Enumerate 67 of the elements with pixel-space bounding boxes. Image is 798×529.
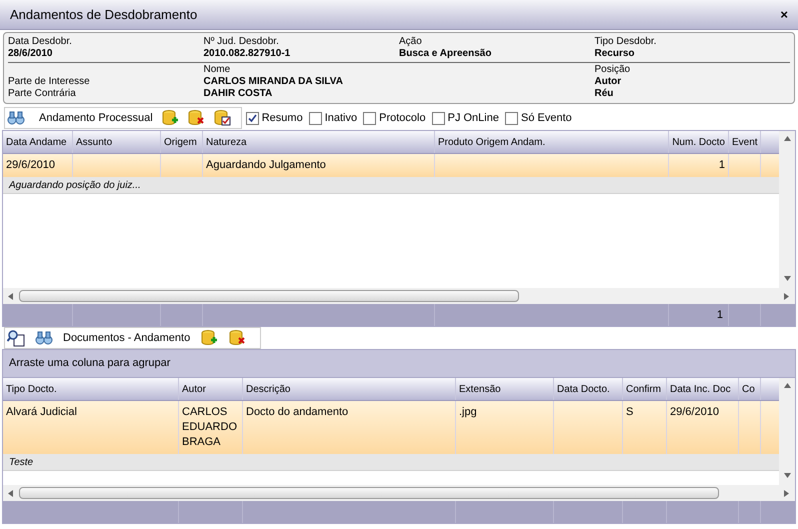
party-name: CARLOS MIRANDA DA SILVA (204, 76, 344, 88)
column-header[interactable]: Extensão (456, 378, 554, 400)
scroll-right-icon[interactable] (782, 488, 792, 498)
horizontal-scrollbar[interactable] (3, 485, 795, 501)
column-header[interactable]: Co (739, 378, 761, 400)
checkbox-label[interactable]: Inativo (324, 110, 358, 126)
column-header[interactable]: Autor (179, 378, 243, 400)
party-position: Autor (594, 76, 622, 88)
window-title: Andamentos de Desdobramento (10, 6, 198, 24)
scroll-left-icon[interactable] (6, 488, 16, 498)
vertical-scrollbar[interactable] (779, 378, 795, 485)
field-value: 28/6/2010 (8, 48, 54, 60)
party-role: Parte de Interesse (8, 76, 91, 88)
vertical-scrollbar[interactable] (779, 131, 795, 288)
checkbox-label[interactable]: Resumo (262, 110, 303, 126)
add-record-icon[interactable] (160, 109, 179, 127)
scroll-up-icon[interactable] (782, 382, 792, 391)
delete-record-icon[interactable] (186, 109, 205, 127)
party-name: DAHIR COSTA (204, 88, 274, 100)
column-header[interactable]: Tipo Docto. (3, 378, 179, 400)
checklist-icon[interactable] (212, 109, 231, 127)
checkbox[interactable] (246, 112, 259, 124)
field-label: Nº Jud. Desdobr. (204, 36, 280, 48)
checkbox-label[interactable]: PJ OnLine (448, 110, 499, 126)
search-icon[interactable] (7, 329, 25, 347)
party-role: Parte Contrária (8, 88, 77, 100)
column-header[interactable]: Confirm (623, 378, 667, 400)
column-header[interactable]: Data Inc. Doc (667, 378, 739, 400)
column-header[interactable]: Assunto (73, 131, 161, 153)
horizontal-scrollbar[interactable] (3, 288, 795, 304)
field-value: Recurso (594, 48, 636, 60)
field-label: Tipo Desdobr. (594, 36, 658, 48)
checkbox-label[interactable]: Só Evento (520, 110, 572, 126)
checkbox[interactable] (308, 112, 322, 124)
column-header[interactable]: Num. Docto (669, 131, 729, 153)
binoculars-icon[interactable] (35, 330, 53, 346)
column-header[interactable]: Data Docto. (554, 378, 623, 400)
footer-cell: 1 (669, 304, 729, 326)
column-header[interactable]: Origem (161, 131, 203, 153)
row-note: Teste (3, 454, 779, 471)
column-header[interactable]: Descrição (243, 378, 456, 400)
section-title: Documentos - Andamento (63, 330, 190, 346)
checkbox[interactable] (363, 112, 376, 124)
column-header[interactable]: Data Andame (3, 131, 73, 153)
close-button[interactable]: × (780, 4, 788, 24)
row-note: Aguardando posição do juiz... (3, 177, 779, 194)
scroll-up-icon[interactable] (782, 135, 792, 144)
field-label: Posição (594, 64, 632, 76)
column-header[interactable]: Natureza (203, 131, 435, 153)
field-value: 2010.082.827910-1 (204, 48, 292, 60)
scroll-right-icon[interactable] (782, 292, 792, 300)
field-label: Data Desdobr. (8, 36, 73, 48)
section-title: Andamento Processual (39, 110, 153, 126)
add-record-icon[interactable] (200, 329, 218, 347)
party-position: Réu (594, 88, 614, 100)
field-label: Ação (399, 36, 423, 48)
column-header[interactable]: Produto Origem Andam. (435, 131, 669, 153)
checkbox-label[interactable]: Protocolo (379, 110, 426, 126)
field-label: Nome (204, 64, 232, 76)
checkbox[interactable] (432, 112, 445, 124)
binoculars-icon[interactable] (7, 110, 25, 126)
checkbox[interactable] (504, 112, 518, 124)
group-hint: Arraste uma coluna para agrupar (3, 350, 795, 378)
delete-record-icon[interactable] (228, 329, 246, 347)
scroll-left-icon[interactable] (6, 292, 16, 300)
column-header[interactable]: Event (729, 131, 761, 153)
field-value: Busca e Apreensão (399, 48, 492, 60)
